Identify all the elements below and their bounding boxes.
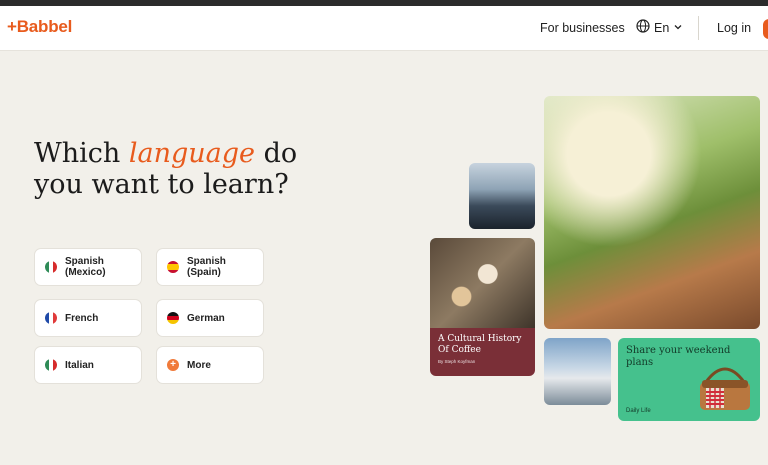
picnic-basket-icon (696, 360, 754, 419)
signup-button-edge[interactable] (763, 19, 768, 39)
language-label: En (654, 20, 670, 35)
coffee-article-title: A Cultural History Of Coffee (438, 334, 522, 355)
language-card-german[interactable]: German (156, 299, 264, 337)
coffee-table-image (430, 238, 535, 328)
plus-icon: + (167, 359, 179, 371)
chevron-down-icon (673, 21, 683, 35)
language-card-label: Spanish (Mexico) (65, 256, 106, 278)
login-link[interactable]: Log in (717, 21, 751, 35)
car-window-image (469, 163, 535, 229)
weekend-plans-tag: Daily Life (626, 408, 651, 414)
language-card-label: More (187, 359, 211, 371)
italy-flag-icon (45, 359, 57, 371)
friends-dining-image (544, 96, 760, 329)
site-header: +Babbel For businesses En Log in (0, 6, 768, 51)
globe-icon (636, 19, 650, 36)
language-card-spanish-mexico[interactable]: Spanish (Mexico) (34, 248, 142, 286)
coffee-article-card[interactable]: A Cultural History Of Coffee By Steph Ko… (430, 328, 535, 376)
mexico-flag-icon (45, 261, 57, 273)
language-card-label: Spanish (Spain) (187, 256, 226, 278)
language-card-label: Italian (65, 359, 94, 371)
spain-flag-icon (167, 261, 179, 273)
language-card-more[interactable]: + More (156, 346, 264, 384)
language-card-label: French (65, 312, 99, 324)
for-businesses-link[interactable]: For businesses (540, 21, 625, 35)
hero-title: Which language do you want to learn? (34, 138, 298, 200)
language-card-label: German (187, 312, 225, 324)
language-card-spanish-spain[interactable]: Spanish (Spain) (156, 248, 264, 286)
language-card-italian[interactable]: Italian (34, 346, 142, 384)
language-switcher[interactable]: En (636, 19, 683, 36)
language-card-french[interactable]: French (34, 299, 142, 337)
france-flag-icon (45, 312, 57, 324)
germany-flag-icon (167, 312, 179, 324)
header-divider (698, 16, 699, 40)
airplane-window-image (544, 338, 611, 405)
coffee-article-author: By Steph Koyfman (438, 359, 476, 364)
babbel-logo[interactable]: +Babbel (7, 17, 72, 37)
